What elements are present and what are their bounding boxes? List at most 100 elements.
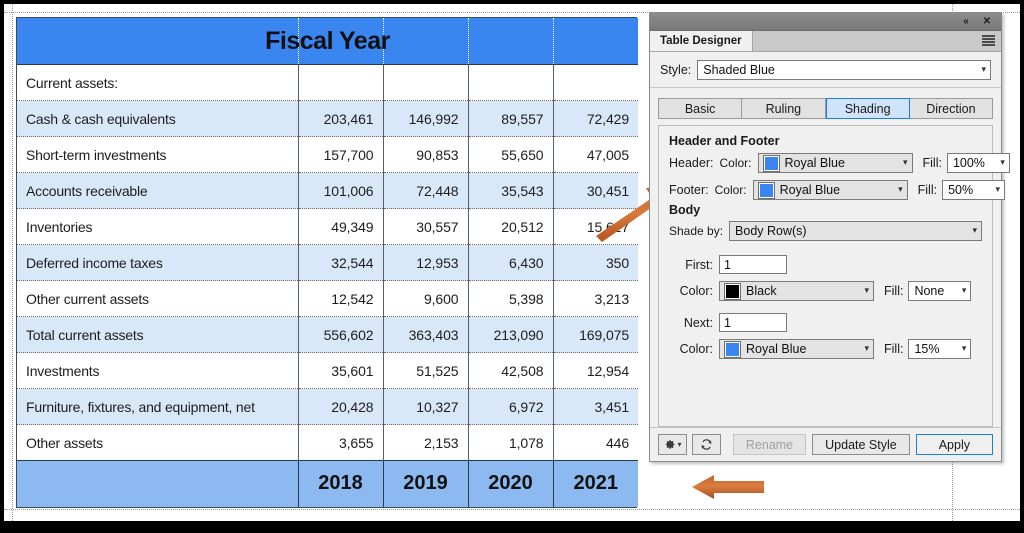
table-header-cell[interactable]: Fiscal Year	[17, 18, 639, 65]
table-cell-value[interactable]: 3,655	[297, 424, 383, 461]
table-footer-year[interactable]: 2020	[467, 460, 553, 507]
close-icon[interactable]: ✕	[979, 14, 995, 29]
table-cell-value[interactable]: 12,954	[552, 352, 639, 389]
table-cell-value[interactable]: 20,428	[297, 388, 383, 425]
table-cell-value[interactable]: 213,090	[467, 316, 553, 353]
footer-fill-select[interactable]: 50%	[942, 180, 1006, 200]
table-cell-value[interactable]: 15,627	[552, 208, 639, 245]
table-cell-value[interactable]: 350	[552, 244, 639, 281]
table-cell-value[interactable]: 101,006	[297, 172, 383, 209]
table-cell-value[interactable]: 49,349	[297, 208, 383, 245]
table-cell-value[interactable]: 55,650	[467, 136, 553, 173]
table-cell-value[interactable]: 146,992	[382, 100, 468, 137]
table-row-label[interactable]: Inventories	[17, 208, 298, 245]
table-row[interactable]: Furniture, fixtures, and equipment, net 2…	[17, 388, 639, 425]
tab-table-designer[interactable]: Table Designer	[650, 31, 753, 51]
table-cell-value[interactable]: 446	[552, 424, 639, 461]
table-cell-value[interactable]: 203,461	[297, 100, 383, 137]
table-row-label[interactable]: Current assets:	[17, 64, 298, 101]
table-cell-value[interactable]: 51,525	[382, 352, 468, 389]
table-cell-value[interactable]: 9,600	[382, 280, 468, 317]
tab-ruling[interactable]: Ruling	[742, 98, 826, 119]
collapse-icon[interactable]: «	[958, 14, 974, 29]
table-row[interactable]: Short-term investments 157,700 90,853 55,65…	[17, 136, 639, 173]
table-row[interactable]: Cash & cash equivalents 203,461 146,992 89,…	[17, 100, 639, 137]
table-cell-value[interactable]: 12,953	[382, 244, 468, 281]
table-cell-value[interactable]	[552, 64, 639, 101]
tab-shading[interactable]: Shading	[825, 98, 910, 119]
hamburger-menu-icon[interactable]	[982, 35, 995, 46]
update-style-button[interactable]: Update Style	[812, 434, 910, 455]
table-row[interactable]: Investments 35,601 51,525 42,508 12,954	[17, 352, 639, 389]
table-cell-value[interactable]: 157,700	[297, 136, 383, 173]
apply-button[interactable]: Apply	[915, 434, 993, 455]
table-cell-value[interactable]: 169,075	[552, 316, 639, 353]
table-cell-value[interactable]: 3,213	[552, 280, 639, 317]
table-row-label[interactable]: Short-term investments	[17, 136, 298, 173]
table-row-label[interactable]: Deferred income taxes	[17, 244, 298, 281]
table-cell-value[interactable]: 89,557	[467, 100, 553, 137]
table-cell-value[interactable]: 363,403	[382, 316, 468, 353]
next-color-select[interactable]: Royal Blue	[719, 339, 874, 359]
table-footer-label[interactable]	[17, 460, 298, 507]
table-cell-value[interactable]: 20,512	[467, 208, 553, 245]
table-header-row[interactable]: Fiscal Year	[17, 18, 639, 65]
table-row[interactable]: Accounts receivable 101,006 72,448 35,543 30…	[17, 172, 639, 209]
first-color-select[interactable]: Black	[719, 281, 874, 301]
table-cell-value[interactable]	[297, 64, 383, 101]
table-cell-value[interactable]: 556,602	[297, 316, 383, 353]
table-row-label[interactable]: Cash & cash equivalents	[17, 100, 298, 137]
table-cell-value[interactable]: 35,543	[467, 172, 553, 209]
table-row[interactable]: Inventories 49,349 30,557 20,512 15,627	[17, 208, 639, 245]
table-row-label[interactable]: Investments	[17, 352, 298, 389]
table-row-label[interactable]: Furniture, fixtures, and equipment, net	[17, 388, 298, 425]
table-cell-value[interactable]: 30,557	[382, 208, 468, 245]
table-cell-value[interactable]: 72,448	[382, 172, 468, 209]
shading-tab-group[interactable]: Basic Ruling Shading Direction	[658, 98, 993, 119]
table-cell-value[interactable]: 10,327	[382, 388, 468, 425]
table-row[interactable]: Current assets:	[17, 64, 639, 101]
tab-direction[interactable]: Direction	[909, 98, 993, 119]
table-designer-panel[interactable]: « ✕ Table Designer Style: Shaded Blue ▾	[649, 12, 1010, 462]
table-cell-value[interactable]: 1,078	[467, 424, 553, 461]
table-cell-value[interactable]: 6,430	[467, 244, 553, 281]
table-cell-value[interactable]: 3,451	[552, 388, 639, 425]
table-footer-year[interactable]: 2019	[382, 460, 468, 507]
table-row[interactable]: Deferred income taxes 32,544 12,953 6,430 35…	[17, 244, 639, 281]
table-cell-value[interactable]: 12,542	[297, 280, 383, 317]
table-cell-value[interactable]: 72,429	[552, 100, 639, 137]
table-cell-value[interactable]: 2,153	[382, 424, 468, 461]
panel-titlebar[interactable]: « ✕	[650, 13, 1001, 31]
table-row-label[interactable]: Total current assets	[17, 316, 298, 353]
next-fill-select[interactable]: 15%	[908, 339, 972, 359]
panel-tab-strip[interactable]: Table Designer	[650, 31, 1001, 52]
table-footer-row[interactable]: 2018 2019 2020 2021	[17, 460, 639, 507]
table-row-label[interactable]: Other assets	[17, 424, 298, 461]
table-footer-year[interactable]: 2018	[297, 460, 383, 507]
style-select[interactable]: Shaded Blue	[697, 60, 991, 80]
table-cell-value[interactable]	[382, 64, 468, 101]
tab-basic[interactable]: Basic	[658, 98, 743, 119]
header-color-select[interactable]: Royal Blue	[757, 153, 913, 173]
header-fill-select[interactable]: 100%	[946, 153, 1010, 173]
first-fill-select[interactable]: None	[908, 281, 972, 301]
next-input[interactable]	[719, 313, 787, 332]
refresh-icon[interactable]	[692, 434, 721, 455]
gear-icon[interactable]: ▾	[658, 434, 687, 455]
table-cell-value[interactable]: 32,544	[297, 244, 383, 281]
table-row-label[interactable]: Other current assets	[17, 280, 298, 317]
table-cell-value[interactable]: 30,451	[552, 172, 639, 209]
shade-by-select[interactable]: Body Row(s)	[729, 221, 982, 241]
first-input[interactable]	[719, 255, 787, 274]
table-cell-value[interactable]: 5,398	[467, 280, 553, 317]
footer-color-select[interactable]: Royal Blue	[752, 180, 908, 200]
table-cell-value[interactable]: 47,005	[552, 136, 639, 173]
fiscal-year-table[interactable]: Fiscal Year Current assets: Cash & cash e…	[16, 17, 639, 508]
table-row[interactable]: Total current assets 556,602 363,403 213,09…	[17, 316, 639, 353]
table-cell-value[interactable]: 42,508	[467, 352, 553, 389]
table-cell-value[interactable]: 6,972	[467, 388, 553, 425]
table-cell-value[interactable]: 35,601	[297, 352, 383, 389]
table-cell-value[interactable]: 90,853	[382, 136, 468, 173]
table-cell-value[interactable]	[467, 64, 553, 101]
table-row-label[interactable]: Accounts receivable	[17, 172, 298, 209]
